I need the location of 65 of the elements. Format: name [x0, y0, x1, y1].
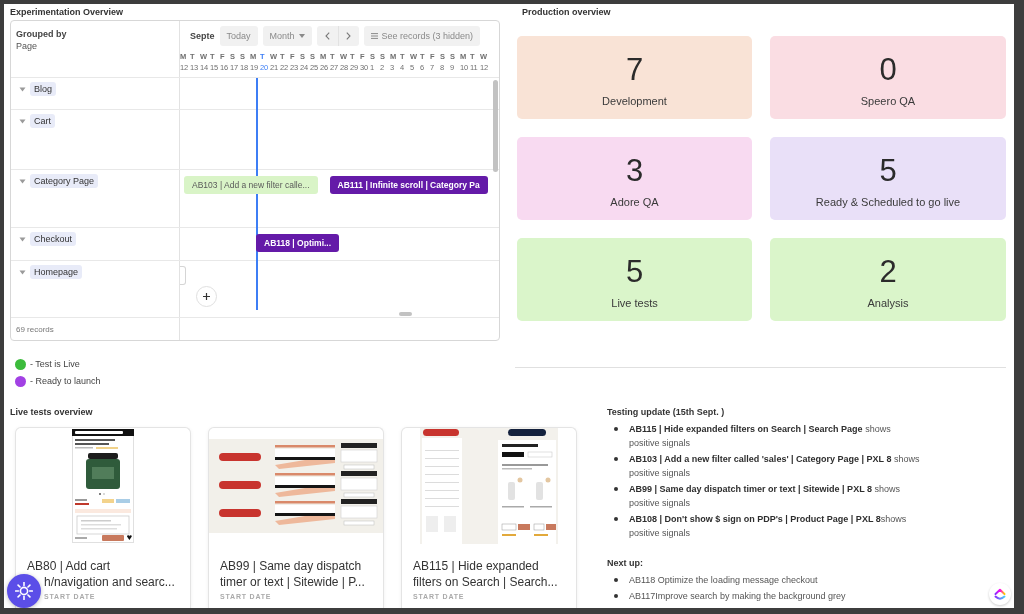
next-up-title: Next up:	[607, 557, 643, 569]
stage-count: 0	[879, 52, 897, 88]
stage-count: 5	[879, 153, 897, 189]
list-icon	[370, 33, 378, 39]
bullet-icon	[614, 487, 618, 491]
caret-icon[interactable]	[19, 118, 26, 125]
plus-icon	[203, 293, 210, 300]
update-item: AB115 | Hide expanded filters on Search | Search Page shows positive signals	[629, 423, 892, 450]
timeline-bar[interactable]	[180, 266, 186, 285]
card-title: timer or text | Sitewide | P...	[220, 574, 365, 590]
add-button[interactable]	[196, 286, 217, 307]
caret-icon[interactable]	[19, 236, 26, 243]
card-title: AB99 | Same day dispatch	[220, 558, 362, 574]
update-title: Testing update (15th Sept. )	[607, 406, 725, 418]
next-button[interactable]	[337, 26, 359, 46]
stage-label: Adore QA	[610, 195, 659, 209]
record-count: 69 records	[16, 324, 54, 334]
starburst-icon	[15, 582, 33, 600]
stage-label: Development	[602, 94, 667, 108]
group-tag: Blog	[30, 82, 56, 96]
month-label: Septe	[190, 31, 215, 41]
caret-icon	[298, 34, 305, 38]
section-title: Experimentation Overview	[10, 6, 124, 18]
grouped-by-value[interactable]: Page	[16, 40, 38, 52]
floating-action-button[interactable]	[7, 574, 41, 608]
chevron-left-icon	[324, 32, 330, 40]
timeline-bar[interactable]: AB118 | Optimi...	[256, 234, 340, 252]
caret-icon[interactable]	[19, 178, 26, 185]
bullet-icon	[614, 578, 618, 582]
section-title: Production overview	[521, 6, 611, 18]
stage-label: Speero QA	[860, 94, 916, 108]
stage-count: 5	[625, 254, 644, 290]
stage-label: Live tests	[611, 296, 658, 310]
scrollbar-thumb[interactable]	[493, 80, 498, 172]
bullet-icon	[614, 457, 618, 461]
bullet-icon	[614, 594, 618, 598]
bullet-icon	[614, 427, 618, 431]
update-item: AB108 | Don't show $ sign on PDP's | Product Page | PXL 8shows positive signals	[629, 513, 908, 540]
scrollbar-thumb[interactable]	[399, 312, 412, 316]
card-title: h/navigation and searc...	[44, 574, 175, 590]
previous-button[interactable]	[316, 26, 338, 46]
card-title: AB80 | Add cart	[27, 558, 111, 574]
chevron-right-icon	[346, 32, 352, 40]
group-tag: Cart	[30, 114, 55, 128]
stage-count: 3	[625, 153, 644, 189]
stage-label: Ready & Scheduled to go live	[815, 195, 961, 209]
group-tag: Checkout	[30, 232, 77, 246]
card-title: filters on Search | Search...	[413, 574, 558, 590]
stage-count: 2	[879, 254, 897, 290]
legend-label: - Test is Live	[30, 359, 80, 369]
timeline-bar[interactable]: AB111 | Infinite scroll | Category Pa	[329, 176, 488, 194]
caret-icon[interactable]	[19, 86, 26, 93]
grouped-by-label: Grouped by	[16, 28, 67, 40]
section-title: Live tests overview	[10, 406, 93, 418]
group-tag: Category Page	[30, 174, 99, 188]
next-up-item: AB117Improve search by making the background grey	[629, 590, 847, 603]
stage-count: 7	[625, 52, 644, 88]
group-tag: Homepage	[30, 265, 83, 279]
timeline-bar[interactable]: AB103 | Add a new filter calle...	[184, 176, 318, 194]
stage-label: Analysis	[867, 296, 909, 310]
bullet-icon	[614, 517, 618, 521]
caret-icon[interactable]	[19, 269, 26, 276]
card-title: AB115 | Hide expanded	[413, 558, 539, 574]
legend-label: - Ready to launch	[30, 376, 101, 386]
next-up-item: AB118 Optimize the loading message checkout	[629, 574, 819, 587]
